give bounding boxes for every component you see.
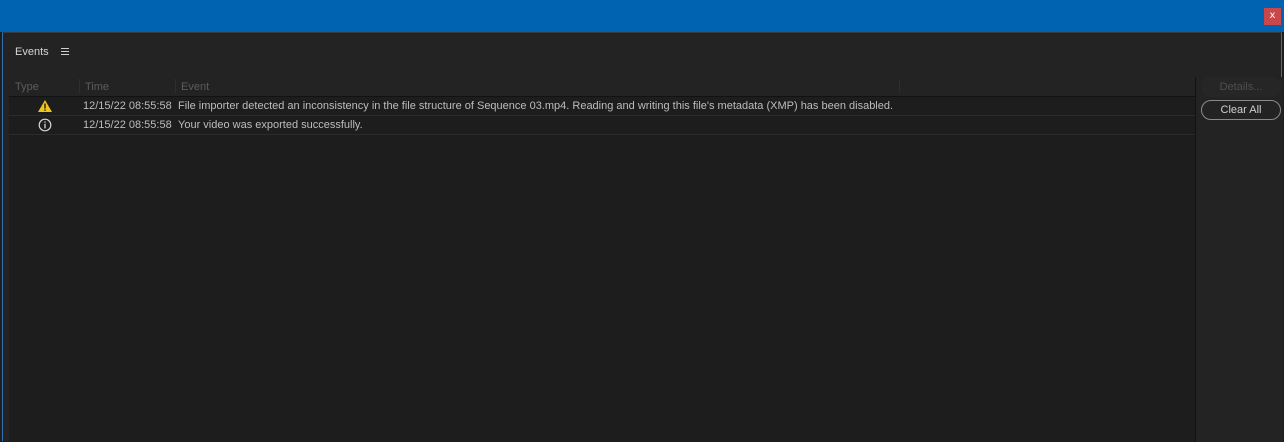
column-divider[interactable] xyxy=(175,79,176,93)
details-button[interactable]: Details... xyxy=(1201,77,1281,97)
column-header-event[interactable]: Event xyxy=(181,81,209,93)
title-bar: x xyxy=(0,0,1284,32)
column-divider[interactable] xyxy=(79,79,80,93)
event-time: 12/15/22 08:55:58 xyxy=(83,119,172,131)
event-message: Your video was exported successfully. xyxy=(178,119,363,131)
events-window: Events Type Time Event 12/15/22 08:55:58… xyxy=(2,32,1283,442)
event-time: 12/15/22 08:55:58 xyxy=(83,100,172,112)
info-icon xyxy=(38,118,52,132)
events-table: Type Time Event 12/15/22 08:55:58 File i… xyxy=(9,77,1195,442)
event-message: File importer detected an inconsistency … xyxy=(178,100,894,112)
close-button[interactable]: x xyxy=(1264,8,1281,25)
column-header-row: Type Time Event xyxy=(9,77,1195,97)
table-row[interactable]: 12/15/22 08:55:58 Your video was exporte… xyxy=(9,116,1195,135)
column-divider[interactable] xyxy=(899,79,900,93)
panel-header: Events xyxy=(3,33,1281,73)
panel-title: Events xyxy=(15,46,49,58)
column-header-time[interactable]: Time xyxy=(85,81,109,93)
close-icon: x xyxy=(1269,10,1276,21)
table-row[interactable]: 12/15/22 08:55:58 File importer detected… xyxy=(9,97,1195,116)
column-header-type[interactable]: Type xyxy=(15,81,39,93)
warning-icon xyxy=(38,100,52,112)
hamburger-icon[interactable] xyxy=(61,48,69,56)
action-sidebar: Details... Clear All xyxy=(1195,77,1283,442)
clear-all-button[interactable]: Clear All xyxy=(1201,100,1281,120)
events-list: 12/15/22 08:55:58 File importer detected… xyxy=(9,97,1195,135)
